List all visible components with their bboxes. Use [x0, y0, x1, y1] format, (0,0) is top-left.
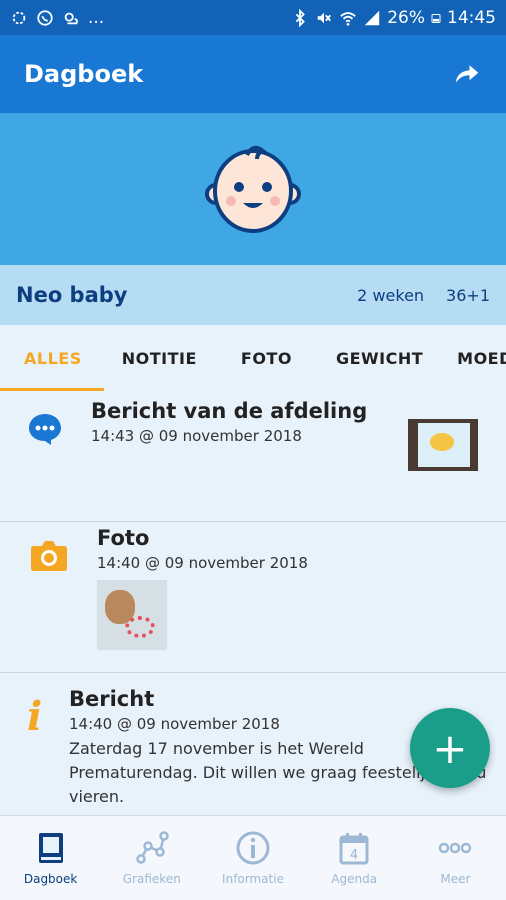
weather-icon: [64, 12, 78, 24]
wifi-icon: [340, 11, 356, 26]
whatsapp-icon: [37, 9, 53, 26]
tab-label: GEWICHT: [335, 348, 424, 368]
tab-label: MOEDE: [457, 348, 506, 368]
baby-name: Neo baby: [16, 283, 128, 307]
tab-notitie[interactable]: NOTITIE: [122, 325, 197, 391]
nav-dagboek[interactable]: Dagboek: [0, 816, 101, 900]
body-line: vieren.: [69, 787, 125, 806]
nav-label: Dagboek: [23, 872, 78, 886]
chat-bubble-icon: [29, 414, 61, 445]
status-right: 26% 14:45: [291, 8, 496, 28]
baby-avatar-icon[interactable]: [203, 139, 303, 239]
tab-label: FOTO: [240, 348, 292, 368]
profile-band: Neo baby 2 weken 36+1: [0, 265, 506, 325]
calendar-icon: 4: [339, 833, 369, 865]
filter-tabs: ALLES NOTITIE FOTO GEWICHT MOEDE: [0, 325, 506, 391]
settings-icon: [12, 11, 26, 24]
graph-icon: [136, 831, 169, 864]
page-title: Dagboek: [24, 60, 144, 88]
nav-informatie[interactable]: Informatie: [202, 816, 303, 900]
gestation-label: 36+1: [446, 285, 490, 305]
status-left: ...: [10, 8, 104, 28]
battery-percent: 26%: [387, 7, 425, 28]
bluetooth-icon: [295, 8, 306, 27]
item-title: Bericht van de afdeling: [91, 399, 368, 423]
photo-thumbnail[interactable]: [97, 580, 167, 650]
book-icon: [38, 833, 63, 863]
bottom-nav: Dagboek Grafieken Informatie 4 Agenda Me…: [0, 815, 506, 900]
nav-label: Agenda: [331, 872, 378, 886]
profile-meta: 2 weken 36+1: [357, 286, 490, 305]
calendar-badge: 4: [350, 848, 358, 863]
message-thumbnail[interactable]: [408, 419, 478, 471]
item-title: Bericht: [69, 687, 155, 711]
nav-meer[interactable]: Meer: [405, 816, 506, 900]
app-bar: Dagboek: [0, 35, 506, 113]
share-icon[interactable]: [452, 59, 482, 89]
item-time: 14:40 @ 09 november 2018: [97, 554, 308, 572]
tab-alles[interactable]: ALLES: [0, 325, 104, 391]
info-icon: i: [27, 693, 43, 740]
list-item[interactable]: Foto 14:40 @ 09 november 2018: [0, 522, 506, 672]
battery-icon: [431, 13, 441, 23]
tab-gewicht[interactable]: GEWICHT: [336, 325, 423, 391]
age-label: 2 weken: [357, 285, 425, 305]
more-icon: [439, 842, 472, 854]
nav-label: Informatie: [222, 872, 284, 886]
nav-grafieken[interactable]: Grafieken: [101, 816, 202, 900]
status-overflow: ...: [88, 7, 105, 28]
camera-icon: [31, 541, 67, 571]
mute-icon: [317, 12, 332, 23]
nav-label: Grafieken: [122, 872, 181, 886]
tab-label: NOTITIE: [121, 348, 197, 368]
signal-icon: [365, 10, 380, 25]
status-bar: ... 26% 14:45: [0, 0, 506, 35]
tab-foto[interactable]: FOTO: [241, 325, 292, 391]
item-title: Foto: [97, 526, 150, 550]
nav-label: Meer: [440, 872, 471, 886]
profile-header: [0, 113, 506, 265]
tab-moeder[interactable]: MOEDE: [457, 325, 506, 391]
add-entry-button[interactable]: +: [410, 708, 490, 788]
info-circle-icon: [236, 831, 270, 865]
tab-label: ALLES: [24, 348, 82, 368]
nav-agenda[interactable]: 4 Agenda: [304, 816, 405, 900]
status-time: 14:45: [447, 7, 496, 28]
item-time: 14:43 @ 09 november 2018: [91, 427, 302, 445]
plus-icon: +: [432, 723, 468, 773]
list-item[interactable]: Bericht van de afdeling 14:43 @ 09 novem…: [0, 391, 506, 521]
